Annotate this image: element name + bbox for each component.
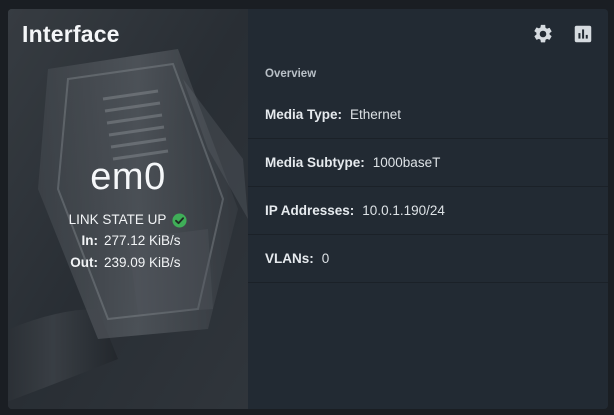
media-type-row: Media Type: Ethernet <box>248 91 608 139</box>
outbound-rate-value: 239.09 KiB/s <box>104 255 181 270</box>
vlans-value: 0 <box>321 251 330 266</box>
link-state-label: LINK STATE UP <box>68 212 167 227</box>
overview-section-label: Overview <box>265 68 317 80</box>
interface-widget: Interface em0 LINK STATE UP In: 277.12 Ki… <box>8 9 608 409</box>
settings-button[interactable] <box>532 23 554 45</box>
bar-chart-icon <box>574 25 592 43</box>
ip-addresses-row: IP Addresses: 10.0.1.190/24 <box>248 187 608 235</box>
widget-title: Interface <box>22 21 120 47</box>
media-subtype-value: 1000baseT <box>372 155 441 170</box>
media-subtype-row: Media Subtype: 1000baseT <box>248 139 608 187</box>
widget-toolbar <box>532 23 594 45</box>
outbound-rate: Out: 239.09 KiB/s <box>8 253 248 273</box>
ip-addresses-label: IP Addresses: <box>265 203 355 218</box>
statistics-button[interactable] <box>572 23 594 45</box>
gear-icon <box>534 24 552 43</box>
overview-list: Media Type: Ethernet Media Subtype: 1000… <box>248 91 608 283</box>
interface-details-panel: Overview Media Type: Ethernet Media Subt… <box>248 9 608 409</box>
inbound-rate: In: 277.12 KiB/s <box>8 231 248 251</box>
vlans-row: VLANs: 0 <box>248 235 608 283</box>
vlans-label: VLANs: <box>265 251 314 266</box>
link-state: LINK STATE UP <box>8 211 248 229</box>
media-type-value: Ethernet <box>350 107 402 122</box>
inbound-rate-value: 277.12 KiB/s <box>104 233 181 248</box>
interface-name: em0 <box>90 156 166 198</box>
outbound-rate-label: Out: <box>70 255 98 270</box>
interface-hero-panel: Interface em0 LINK STATE UP In: 277.12 Ki… <box>8 9 248 409</box>
media-subtype-label: Media Subtype: <box>265 155 365 170</box>
ip-addresses-value: 10.0.1.190/24 <box>362 203 445 218</box>
inbound-rate-label: In: <box>81 233 99 248</box>
media-type-label: Media Type: <box>265 107 343 122</box>
check-circle-icon <box>172 212 187 228</box>
interface-status-block: em0 LINK STATE UP In: 277.12 KiB/s Out: 23… <box>8 155 248 273</box>
